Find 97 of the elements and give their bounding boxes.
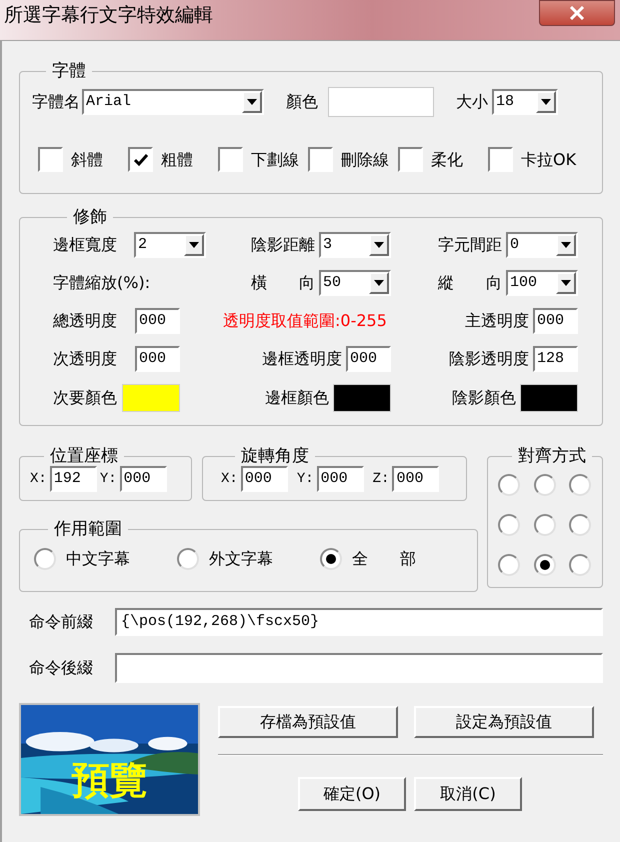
checkbox-label: 下劃線 [251,148,299,170]
ok-button[interactable]: 確定(O) [298,777,406,811]
group-title: 作用範圍 [53,519,123,539]
radio-button[interactable] [498,514,520,536]
text-field[interactable]: 000 [346,346,391,372]
radio-button[interactable] [177,548,199,570]
checkbox-label: 柔化 [431,148,463,170]
checkbox[interactable] [398,147,423,172]
radio-button[interactable] [498,554,520,576]
text-field[interactable]: 000 [392,466,440,492]
dropdown[interactable]: 100 [506,270,578,296]
text-field[interactable]: 000 [533,308,578,334]
group-title: 修飾 [72,207,108,227]
checkbox[interactable] [128,147,153,172]
dropdown[interactable]: 2 [134,232,206,258]
radio-button[interactable] [320,548,342,570]
color-swatch[interactable] [122,384,180,412]
field-label: 顏色 [286,91,318,113]
radio-button[interactable] [534,474,556,496]
field-label: 橫 向 [251,272,315,294]
field-label: 陰影顏色 [452,387,516,409]
text-field[interactable]: 128 [533,346,578,372]
preview-label: 預覽 [70,757,148,803]
dropdown[interactable]: 0 [506,232,578,258]
radio-button[interactable] [569,514,592,536]
color-swatch[interactable] [520,384,578,412]
check-icon [134,152,148,166]
color-swatch[interactable] [328,87,434,117]
group-title: 字體 [51,61,87,81]
radio-button[interactable] [569,474,592,496]
text-field[interactable]: 000 [135,308,180,334]
field-label: 命令前綴 [29,611,94,633]
field-label: 次透明度 [53,348,117,370]
field-label: 總透明度 [53,310,117,332]
checkbox[interactable] [488,147,513,172]
dropdown[interactable]: 50 [319,270,391,296]
range-note: 透明度取值範圍:0-255 [223,310,387,332]
checkbox[interactable] [308,147,333,172]
radio-button[interactable] [534,554,556,576]
checkbox-label: 斜體 [71,148,103,170]
cancel-button[interactable]: 取消(C) [414,777,522,811]
save-default-button[interactable]: 存檔為預設值 [218,706,398,738]
field-label: X: [30,470,47,488]
text-field[interactable]: 000 [240,466,288,492]
radio-button[interactable] [498,474,520,496]
field-label: 字體名 [32,91,80,113]
caret-icon [561,280,571,286]
field-label: Z: [372,470,390,488]
radio-label: 全 部 [352,548,416,570]
radio-button[interactable] [569,554,592,576]
checkbox-label: 刪除線 [341,148,389,170]
caret-icon [561,242,571,248]
field-label: Y: [296,470,314,488]
close-icon [569,6,585,20]
caret-icon [541,99,551,105]
field-label: 主透明度 [465,310,529,332]
field-label: 邊框顏色 [265,387,329,409]
field-label: 陰影透明度 [449,348,529,370]
caret-icon [189,242,199,248]
radio-label: 中文字幕 [66,548,130,570]
caret-icon [374,242,384,248]
field-label: 大小 [456,91,488,113]
field-label: 陰影距離 [251,234,315,256]
input-field[interactable] [115,653,603,683]
window-title: 所選字幕行文字特效編輯 [4,3,213,27]
field-label: 縱 向 [438,272,502,294]
caret-icon [247,99,257,105]
group-title: 旋轉角度 [240,446,310,466]
field-label: 次要顏色 [53,387,117,409]
text-field[interactable]: 000 [135,346,180,372]
field-label: 邊框透明度 [262,348,342,370]
text-field[interactable]: 192 [50,466,97,492]
dropdown[interactable]: 18 [492,89,558,115]
checkbox-label: 粗體 [161,148,193,170]
checkbox[interactable] [38,147,63,172]
field-label: Y: [100,470,117,488]
close-button[interactable] [539,0,615,26]
field-label: 字體縮放(%): [53,272,150,294]
text-field[interactable]: 000 [120,466,167,492]
field-label: 字元間距 [438,234,502,256]
radio-button[interactable] [534,514,556,536]
dropdown[interactable]: Arial [82,89,264,115]
input-field[interactable]: {\pos(192,268)\fscx50} [115,608,603,636]
checkbox-label: 卡拉OK [521,148,576,170]
radio-label: 外文字幕 [209,548,273,570]
radio-button[interactable] [34,548,56,570]
group-title: 位置座標 [49,446,119,466]
color-swatch[interactable] [333,384,391,412]
field-label: 邊框寬度 [53,234,117,256]
group-title: 對齊方式 [517,446,587,466]
set-default-button[interactable]: 設定為預設值 [414,706,594,738]
checkbox[interactable] [218,147,243,172]
field-label: 命令後綴 [29,657,94,679]
text-field[interactable]: 000 [316,466,364,492]
dropdown[interactable]: 3 [319,232,391,258]
caret-icon [374,280,384,286]
field-label: X: [221,470,238,488]
